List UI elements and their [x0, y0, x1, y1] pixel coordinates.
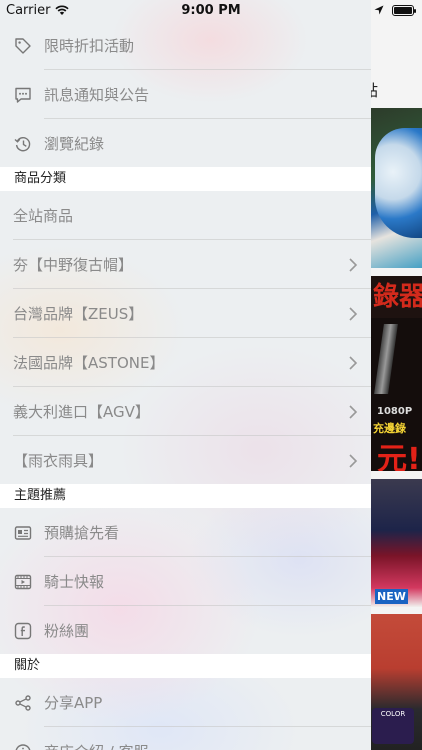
share-icon: [14, 694, 32, 712]
category-label: 法國品牌【ASTONE】: [13, 354, 165, 372]
menu-item-label: 限時折扣活動: [44, 37, 135, 55]
clock: 9:00 PM: [181, 3, 241, 18]
message-icon: [14, 86, 32, 104]
product-image-recorder[interactable]: 錄器 1080P 充邊錄 元!: [371, 276, 422, 471]
section-header-about: 關於: [0, 654, 371, 678]
chevron-right-icon: [349, 404, 358, 419]
category-item-retro-helmets[interactable]: 夯【中野復古帽】: [0, 240, 371, 289]
category-item-astone[interactable]: 法國品牌【ASTONE】: [0, 338, 371, 387]
category-label: 【雨衣雨具】: [13, 452, 104, 470]
about-item-share-app[interactable]: 分享APP: [0, 678, 371, 727]
chevron-right-icon: [349, 306, 358, 321]
section-header-categories: 商品分類: [0, 167, 371, 191]
product-image-jacket[interactable]: COLOR: [371, 614, 422, 750]
menu-item-notifications[interactable]: 訊息通知與公告: [0, 70, 371, 119]
facebook-icon: [14, 622, 32, 640]
featured-item-rider-news[interactable]: 騎士快報: [0, 557, 371, 606]
battery-icon: [392, 5, 416, 16]
promo-price: 元!: [377, 442, 421, 471]
category-item-all[interactable]: 全站商品: [0, 191, 371, 240]
new-badge: NEW: [375, 589, 408, 604]
about-item-store-info[interactable]: 商店介紹 / 客服: [0, 727, 371, 750]
info-icon: [14, 743, 32, 750]
chevron-right-icon: [349, 355, 358, 370]
product-image-raincoat[interactable]: NEW: [371, 479, 422, 607]
history-icon: [14, 135, 32, 153]
video-icon: [14, 573, 32, 591]
menu-item-discount[interactable]: 限時折扣活動: [0, 21, 371, 70]
helmet-graphic: [375, 128, 422, 238]
category-label: 夯【中野復古帽】: [13, 256, 134, 274]
location-arrow-icon: [374, 5, 384, 15]
category-item-zeus[interactable]: 台灣品牌【ZEUS】: [0, 289, 371, 338]
promo-header: 錄器: [371, 276, 422, 318]
category-label: 台灣品牌【ZEUS】: [13, 305, 144, 323]
category-item-agv[interactable]: 義大利進口【AGV】: [0, 387, 371, 436]
featured-label: 粉絲團: [44, 622, 90, 640]
featured-item-fanpage[interactable]: 粉絲團: [0, 606, 371, 655]
tag-icon: [14, 37, 32, 55]
section-header-featured: 主題推薦: [0, 484, 371, 508]
category-label: 全站商品: [13, 207, 74, 225]
featured-item-preorder[interactable]: 預購搶先看: [0, 508, 371, 557]
newspaper-icon: [14, 524, 32, 542]
category-item-raingear[interactable]: 【雨衣雨具】: [0, 436, 371, 485]
color-tag: COLOR: [372, 708, 414, 744]
device-graphic: [374, 324, 398, 394]
featured-label: 騎士快報: [44, 573, 105, 591]
side-drawer-menu: 限時折扣活動 訊息通知與公告 瀏覽紀錄 商品分類 全站商品 夯【中野復古帽】 台…: [0, 0, 371, 750]
menu-item-label: 瀏覽紀錄: [44, 135, 105, 153]
chevron-right-icon: [349, 453, 358, 468]
featured-label: 預購搶先看: [44, 524, 120, 542]
battery-fill: [394, 7, 412, 14]
menu-item-history[interactable]: 瀏覽紀錄: [0, 119, 371, 168]
about-label: 分享APP: [44, 694, 103, 712]
product-image-helmet[interactable]: [371, 108, 422, 268]
promo-line-1: 1080P: [377, 406, 413, 417]
menu-item-label: 訊息通知與公告: [44, 86, 150, 104]
about-label: 商店介紹 / 客服: [44, 741, 149, 750]
status-bar: Carrier 9:00 PM: [0, 0, 422, 22]
chevron-right-icon: [349, 257, 358, 272]
category-label: 義大利進口【AGV】: [13, 403, 150, 421]
